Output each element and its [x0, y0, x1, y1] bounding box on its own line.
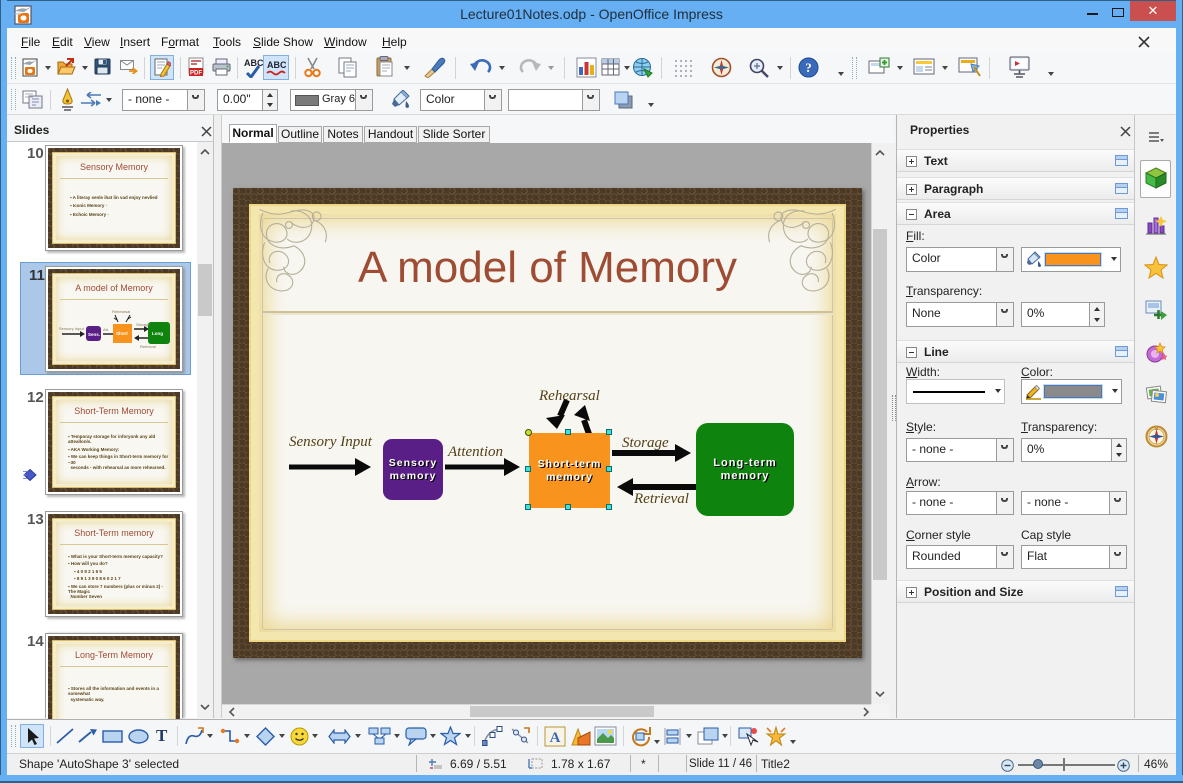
svg-text:PDF: PDF [190, 71, 202, 77]
svg-text:Retrieval: Retrieval [140, 344, 156, 349]
svg-text:A: A [550, 730, 561, 746]
svg-text:Rehearsal: Rehearsal [112, 309, 130, 314]
svg-text:ABC: ABC [267, 60, 286, 70]
svg-text:Long: Long [152, 331, 163, 336]
svg-text:Sensory Input: Sensory Input [59, 326, 85, 331]
svg-text:Short: Short [116, 331, 128, 336]
svg-text:N: N [1155, 426, 1158, 431]
svg-text:Storage: Storage [136, 322, 151, 327]
svg-text:Sens.: Sens. [88, 332, 100, 337]
svg-text:Att.: Att. [103, 327, 109, 332]
svg-text:?: ? [805, 60, 812, 75]
svg-text:ABC: ABC [244, 58, 263, 68]
